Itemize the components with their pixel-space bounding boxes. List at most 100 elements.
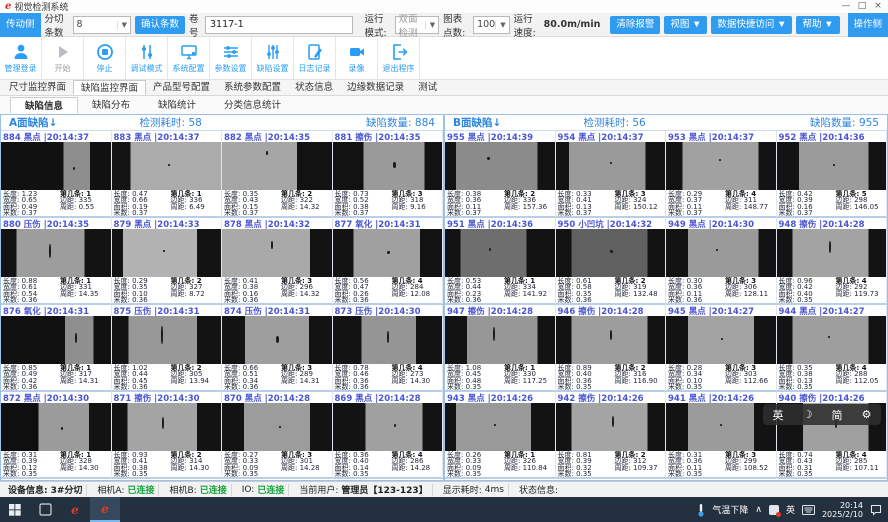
- meta-value: 0.37: [132, 209, 148, 217]
- drive-side-button[interactable]: 传动侧: [0, 13, 41, 37]
- pinned-app-button[interactable]: e: [60, 497, 90, 522]
- defect-image: [445, 229, 555, 277]
- exit-icon: [389, 42, 409, 62]
- parameter-settings-button[interactable]: 参数设置: [210, 37, 252, 79]
- defect-cell[interactable]: 941 黑点 |20:14:26长度: 0.31宽度: 0.36面积: 0.11…: [666, 392, 777, 479]
- defect-time: |20:14:26: [709, 394, 754, 403]
- tab-edge-data-record[interactable]: 边缘数据记录: [340, 80, 411, 95]
- ime-simplified-label[interactable]: 简: [832, 407, 843, 423]
- tab-status-info[interactable]: 状态信息: [288, 80, 340, 95]
- defect-cell[interactable]: 955 黑点 |20:14:39长度: 0.38宽度: 0.36面积: 0.11…: [445, 131, 556, 218]
- operator-side-button[interactable]: 操作侧: [848, 13, 888, 37]
- admin-login-button[interactable]: 管理登录: [0, 37, 42, 79]
- io-status: 已连接: [257, 483, 284, 496]
- ime-english-label[interactable]: 英: [773, 407, 784, 423]
- tab-system-param-config[interactable]: 系统参数配置: [217, 80, 288, 95]
- defect-meta-right: 第几条: 2边距: 322周距: 14.32: [281, 191, 330, 216]
- defect-cell[interactable]: 944 黑点 |20:14:27长度: 0.35宽度: 0.38面积: 0.13…: [777, 305, 888, 392]
- defect-cell[interactable]: 946 擦伤 |20:14:28长度: 0.89宽度: 0.40面积: 0.36…: [556, 305, 667, 392]
- defect-cell[interactable]: 952 黑点 |20:14:36长度: 0.42宽度: 0.39面积: 0.16…: [777, 131, 888, 218]
- chart-points-select[interactable]: 100▼: [473, 16, 510, 34]
- top-toolbar: 传动侧 分切条数 8▼ 确认条数 卷号 3117-1 运行模式: 双面检测▼ 图…: [0, 13, 888, 37]
- defect-cell[interactable]: 942 擦伤 |20:14:26长度: 0.81宽度: 0.39面积: 0.32…: [556, 392, 667, 479]
- video-record-button[interactable]: 录像: [336, 37, 378, 79]
- ime-toolbar-overlay[interactable]: 英 ☽ 简 ⚙: [763, 404, 881, 425]
- system-config-button[interactable]: 系统配置: [168, 37, 210, 79]
- minimize-button[interactable]: —: [838, 0, 854, 13]
- weather-text[interactable]: 气温下降: [712, 503, 748, 516]
- defect-meta-right: 第几条: 3边距: 324周距: 150.12: [614, 191, 663, 216]
- meta-line: 米数: 0.35: [779, 384, 836, 390]
- subtab-defect-distribution[interactable]: 缺陷分布: [78, 97, 144, 114]
- subtab-class-info-statistics[interactable]: 分类信息统计: [210, 97, 295, 114]
- defect-cell[interactable]: 879 黑点 |20:14:33长度: 0.29宽度: 0.35面积: 0.10…: [112, 218, 223, 305]
- defect-cell[interactable]: 877 氧化 |20:14:31长度: 0.56宽度: 0.47面积: 0.26…: [333, 218, 444, 305]
- running-app-button[interactable]: e: [90, 497, 120, 522]
- defect-cell[interactable]: 953 黑点 |20:14:37长度: 0.29宽度: 0.37面积: 0.11…: [666, 131, 777, 218]
- defect-meta-right: 第几条: 3边距: 318周距: 9.16: [391, 191, 440, 216]
- clear-alarm-button[interactable]: 清除报警: [610, 16, 660, 34]
- help-menu-button[interactable]: 帮助 ▼: [796, 16, 839, 34]
- run-speed-value: 80.0m/min: [544, 19, 601, 30]
- defect-cell[interactable]: 871 擦伤 |20:14:30长度: 0.93宽度: 0.41面积: 0.38…: [112, 392, 223, 479]
- run-mode-select[interactable]: 双面检测▼: [395, 16, 440, 34]
- ime-indicator[interactable]: 英: [786, 503, 795, 516]
- tray-expand-caret[interactable]: ∧: [755, 505, 762, 515]
- defect-mark: [719, 159, 721, 161]
- defect-cell[interactable]: 948 擦伤 |20:14:28长度: 0.96宽度: 0.42面积: 0.40…: [777, 218, 888, 305]
- view-menu-button[interactable]: 视图 ▼: [664, 16, 707, 34]
- log-record-button[interactable]: 日志记录: [294, 37, 336, 79]
- defect-cell[interactable]: 950 小凹坑 |20:14:32长度: 0.61宽度: 0.58面积: 0.3…: [556, 218, 667, 305]
- split-count-select[interactable]: 8▼: [73, 16, 131, 34]
- defect-cell-header: 878 黑点 |20:14:32: [222, 218, 332, 229]
- defect-settings-button[interactable]: 缺陷设置: [252, 37, 294, 79]
- defect-cell[interactable]: 869 黑点 |20:14:28长度: 0.36宽度: 0.40面积: 0.14…: [333, 392, 444, 479]
- tab-defect-monitor[interactable]: 缺陷监控界面: [73, 80, 146, 95]
- defect-id: 879: [114, 220, 135, 229]
- defect-cell[interactable]: 943 黑点 |20:14:26长度: 0.26宽度: 0.33面积: 0.09…: [445, 392, 556, 479]
- defect-cell[interactable]: 872 黑点 |20:14:30长度: 0.31宽度: 0.39面积: 0.12…: [1, 392, 112, 479]
- tab-test[interactable]: 测试: [411, 80, 444, 95]
- notification-dot-icon[interactable]: [769, 505, 779, 515]
- meta-label: 周距:: [391, 377, 410, 385]
- defect-cell[interactable]: 880 压伤 |20:14:35长度: 0.88宽度: 0.61面积: 0.54…: [1, 218, 112, 305]
- defect-cell[interactable]: 883 黑点 |20:14:37长度: 0.47宽度: 0.66面积: 0.19…: [112, 131, 223, 218]
- exit-program-button[interactable]: 退出程序: [378, 37, 420, 79]
- defect-cell[interactable]: 947 擦伤 |20:14:28长度: 1.08宽度: 0.45面积: 0.48…: [445, 305, 556, 392]
- tab-size-monitor[interactable]: 尺寸监控界面: [2, 80, 73, 95]
- defect-cell[interactable]: 870 黑点 |20:14:28长度: 0.27宽度: 0.33面积: 0.09…: [222, 392, 333, 479]
- moon-icon[interactable]: ☽: [803, 408, 813, 421]
- defect-cell[interactable]: 949 黑点 |20:14:30长度: 0.30宽度: 0.36面积: 0.11…: [666, 218, 777, 305]
- defect-cell[interactable]: 875 压伤 |20:14:31长度: 1.02宽度: 0.44面积: 0.45…: [112, 305, 223, 392]
- close-button[interactable]: ×: [870, 0, 886, 13]
- confirm-count-button[interactable]: 确认条数: [135, 16, 185, 34]
- defect-cell[interactable]: 881 擦伤 |20:14:35长度: 0.73宽度: 0.52面积: 0.38…: [333, 131, 444, 218]
- gear-icon[interactable]: ⚙: [862, 408, 872, 421]
- defect-cell[interactable]: 874 压伤 |20:14:31长度: 0.66宽度: 0.51面积: 0.34…: [222, 305, 333, 392]
- defect-cell[interactable]: 882 黑点 |20:14:35长度: 0.35宽度: 0.43面积: 0.15…: [222, 131, 333, 218]
- action-center-icon[interactable]: [870, 504, 882, 516]
- tab-product-model-config[interactable]: 产品型号配置: [146, 80, 217, 95]
- start-button[interactable]: 开始: [42, 37, 84, 79]
- defect-cell[interactable]: 873 压伤 |20:14:30长度: 0.78宽度: 0.46面积: 0.36…: [333, 305, 444, 392]
- data-quick-access-button[interactable]: 数据快捷访问 ▼: [711, 16, 792, 34]
- defect-cell[interactable]: 945 黑点 |20:14:27长度: 0.28宽度: 0.34面积: 0.10…: [666, 305, 777, 392]
- start-button[interactable]: [0, 497, 30, 522]
- run-speed-label: 运行速度:: [514, 11, 540, 39]
- defect-cell[interactable]: 951 黑点 |20:14:36长度: 0.53宽度: 0.44面积: 0.23…: [445, 218, 556, 305]
- clock[interactable]: 20:14 2025/2/10: [822, 501, 863, 519]
- maximize-button[interactable]: □: [854, 0, 870, 13]
- subtab-defect-statistics[interactable]: 缺陷统计: [144, 97, 210, 114]
- defect-cell[interactable]: 884 黑点 |20:14:37长度: 1.23宽度: 0.65面积: 0.49…: [1, 131, 112, 218]
- debug-mode-button[interactable]: 调试模式: [126, 37, 168, 79]
- defect-cell[interactable]: 878 黑点 |20:14:32长度: 0.41宽度: 0.38面积: 0.16…: [222, 218, 333, 305]
- defect-cell[interactable]: 954 黑点 |20:14:37长度: 0.33宽度: 0.41面积: 0.13…: [556, 131, 667, 218]
- keyboard-icon[interactable]: [802, 505, 815, 515]
- stop-button[interactable]: 停止: [84, 37, 126, 79]
- subtab-defect-info[interactable]: 缺陷信息: [10, 97, 78, 114]
- roll-number-input[interactable]: 3117-1: [205, 16, 353, 34]
- defect-meta-right: 第几条: 1边距: 334周距: 141.92: [504, 278, 553, 303]
- defect-cell[interactable]: 876 氧化 |20:14:31长度: 0.85宽度: 0.49面积: 0.42…: [1, 305, 112, 392]
- task-view-button[interactable]: [30, 497, 60, 522]
- thermometer-icon[interactable]: [697, 503, 705, 517]
